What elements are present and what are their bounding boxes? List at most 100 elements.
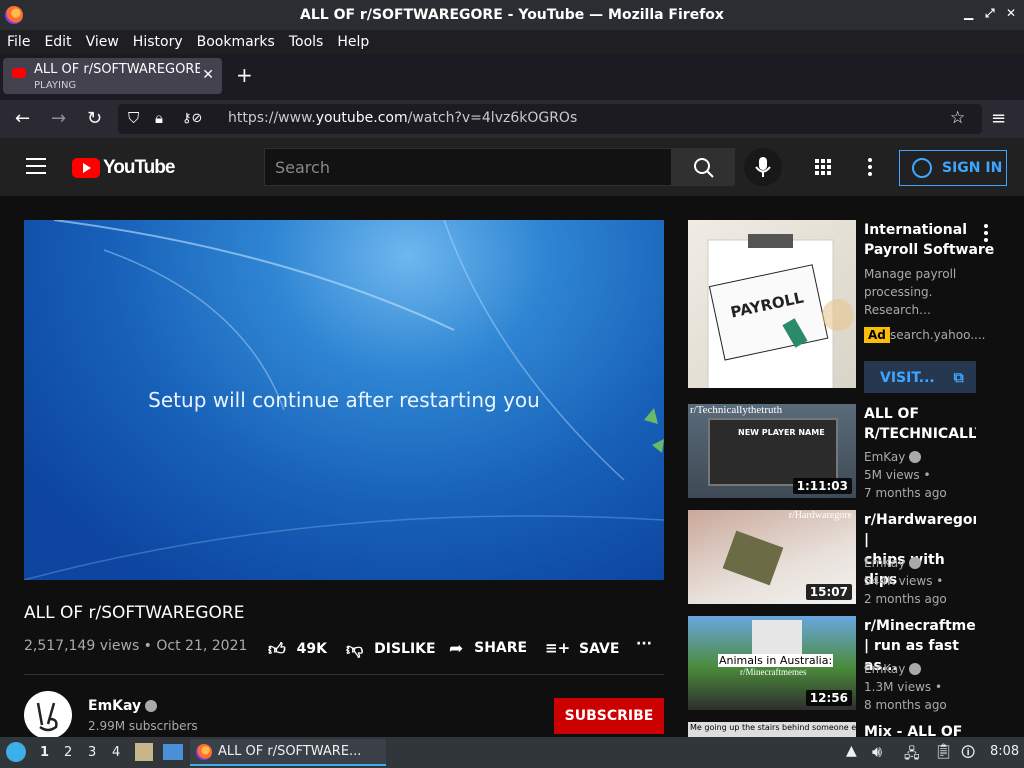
peace-hand-icon	[36, 702, 58, 732]
url-bar[interactable]: ⛉ 🔒︎ ⚷⊘ https://www.youtube.com/watch?v=…	[118, 104, 982, 134]
related-views-3: 1.3M views •	[864, 680, 943, 694]
verified-icon	[145, 700, 158, 712]
navigation-bar: ← → ↻ ⛉ 🔒︎ ⚷⊘ https://www.youtube.com/wa…	[0, 100, 1024, 138]
close-window-icon[interactable]: ✕	[1006, 6, 1016, 20]
visit-button[interactable]: VISIT... ⧉	[864, 361, 976, 393]
share-arrow-icon: ➦	[449, 639, 464, 659]
more-actions-icon[interactable]: ···	[636, 636, 652, 652]
lock-icon[interactable]: 🔒︎	[155, 109, 163, 127]
related-channel-2: EmKay	[864, 556, 922, 570]
window-titlebar: ALL OF r/SOFTWAREGORE - YouTube — Mozill…	[0, 0, 1024, 30]
verified-icon	[909, 451, 922, 463]
workspace-3[interactable]: 3	[88, 745, 96, 760]
related-thumbnail-1[interactable]: NEW PLAYER NAME r/Technicallythetruth 1:…	[688, 404, 856, 498]
voice-search-button[interactable]	[744, 148, 782, 186]
ad-domain: search.yahoo....	[890, 328, 986, 342]
menu-bar: File Edit View History Bookmarks Tools H…	[0, 30, 1024, 54]
back-icon[interactable]: ←	[15, 108, 30, 129]
sign-in-button[interactable]: SIGN IN	[899, 150, 1007, 186]
window-title: ALL OF r/SOFTWAREGORE - YouTube — Mozill…	[300, 7, 724, 23]
verified-icon	[909, 663, 922, 675]
ad-badge: Ad	[864, 327, 890, 343]
user-icon	[912, 158, 932, 178]
duration-badge: 15:07	[805, 584, 852, 600]
menu-view[interactable]: View	[86, 34, 119, 50]
minimize-icon[interactable]: ▁	[964, 6, 973, 20]
youtube-header: YouTube Search SIGN IN	[0, 138, 1024, 196]
forward-icon[interactable]: →	[51, 108, 66, 129]
taskbar: 1 2 3 4 ALL OF r/SOFTWARE... ▲ 🔊︎ 🖧 📋︎ 🛈…	[0, 737, 1024, 768]
tray-arrow-icon[interactable]: ▲	[846, 743, 857, 759]
tab-youtube[interactable]: ALL OF r/SOFTWAREGORE - YouTube PLAYING …	[3, 58, 222, 94]
channel-avatar[interactable]	[24, 691, 72, 739]
workspace-1[interactable]: 1	[40, 745, 49, 760]
reload-icon[interactable]: ↻	[87, 108, 102, 129]
close-tab-icon[interactable]: ✕	[202, 67, 214, 83]
external-link-icon: ⧉	[953, 370, 964, 386]
subscriber-count: 2.99M subscribers	[88, 719, 198, 733]
menu-tools[interactable]: Tools	[289, 34, 324, 50]
menu-bookmarks[interactable]: Bookmarks	[197, 34, 275, 50]
hamburger-menu-icon[interactable]	[26, 158, 46, 174]
video-screen-text: Setup will continue after restarting you	[148, 388, 540, 412]
thumbs-up-icon: 👍︎	[268, 640, 286, 660]
volume-icon[interactable]: 🔊︎	[872, 742, 882, 762]
network-icon[interactable]: 🖧	[904, 743, 920, 767]
app-menu-icon[interactable]: ≡	[991, 108, 1006, 129]
related-title-4[interactable]: Mix - ALL OF	[864, 722, 976, 737]
microphone-icon	[755, 157, 771, 177]
taskbar-firefox-window[interactable]: ALL OF r/SOFTWARE...	[190, 739, 386, 766]
new-tab-icon[interactable]: +	[236, 63, 253, 87]
video-player[interactable]: Setup will continue after restarting you	[24, 220, 664, 580]
ad-menu-icon[interactable]	[984, 224, 988, 245]
related-channel-1: EmKay	[864, 450, 922, 464]
notifications-icon[interactable]: 🛈	[961, 742, 975, 766]
related-thumbnail-3[interactable]: Animals in Australia: r/Minecraftmemes 1…	[688, 616, 856, 710]
share-button[interactable]: ➦ SHARE	[449, 639, 527, 659]
search-icon	[694, 158, 714, 178]
menu-history[interactable]: History	[133, 34, 183, 50]
subscribe-button[interactable]: SUBSCRIBE	[554, 698, 664, 734]
workspace-4[interactable]: 4	[112, 745, 120, 760]
divider	[24, 674, 664, 675]
ad-thumbnail[interactable]: PAYROLL	[688, 220, 856, 391]
youtube-logo[interactable]: YouTube	[72, 157, 175, 179]
related-title-1[interactable]: ALL OFR/TECHNICALLYT	[864, 404, 976, 444]
tab-status: PLAYING	[34, 80, 77, 91]
workspace-2[interactable]: 2	[64, 745, 72, 760]
shield-icon[interactable]: ⛉	[128, 109, 139, 127]
search-input[interactable]: Search	[264, 148, 672, 186]
tab-strip: ALL OF r/SOFTWAREGORE - YouTube PLAYING …	[0, 54, 1024, 100]
clipboard-icon[interactable]: 📋︎	[934, 742, 953, 760]
duration-badge: 12:56	[805, 690, 852, 706]
permissions-icon[interactable]: ⚷⊘	[182, 111, 202, 126]
youtube-favicon-icon	[12, 68, 26, 78]
clock: 8:08	[990, 744, 1020, 759]
channel-name[interactable]: EmKay	[88, 698, 158, 714]
menu-help[interactable]: Help	[337, 34, 369, 50]
related-thumbnail-4[interactable]: Me going up the stairs behind someone el…	[688, 722, 856, 737]
menu-edit[interactable]: Edit	[44, 34, 71, 50]
dislike-button[interactable]: 👎︎ DISLIKE	[346, 639, 436, 660]
ad-title[interactable]: International Payroll Software	[864, 220, 994, 260]
settings-more-icon[interactable]	[868, 158, 872, 176]
restore-icon[interactable]: ⤢	[985, 6, 995, 21]
duration-badge: 1:11:03	[792, 478, 852, 494]
file-manager-icon[interactable]	[135, 743, 153, 761]
search-button[interactable]	[671, 148, 735, 186]
bookmark-star-icon[interactable]: ☆	[950, 108, 965, 128]
video-title: ALL OF r/SOFTWAREGORE	[24, 603, 245, 623]
app-launcher-icon[interactable]	[6, 742, 26, 762]
verified-icon	[909, 557, 922, 569]
related-thumbnail-2[interactable]: r/Hardwaregore 15:07	[688, 510, 856, 604]
related-age-2: 2 months ago	[864, 592, 947, 606]
firefox-icon	[196, 744, 212, 760]
apps-grid-icon[interactable]	[815, 159, 831, 175]
url-text[interactable]: https://www.youtube.com/watch?v=4lvz6kOG…	[228, 110, 577, 126]
related-age-1: 7 months ago	[864, 486, 947, 500]
desktop-icon[interactable]	[163, 744, 183, 760]
like-button[interactable]: 👍︎ 49K	[268, 639, 327, 660]
related-views-1: 5M views •	[864, 468, 931, 482]
save-button[interactable]: ≡+ SAVE	[545, 639, 619, 657]
menu-file[interactable]: File	[7, 34, 30, 50]
